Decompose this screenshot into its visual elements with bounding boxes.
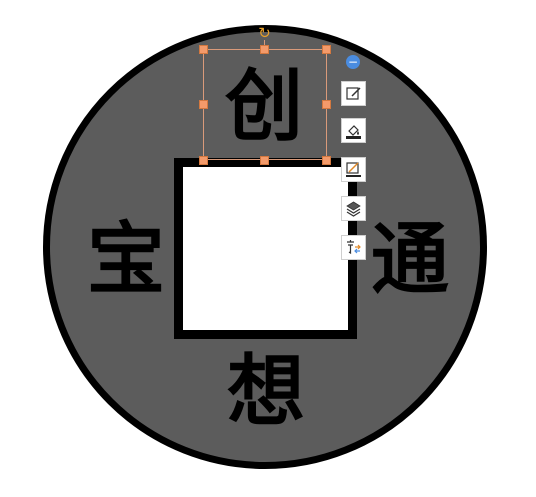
text-wrap-icon xyxy=(347,240,361,255)
resize-handle-bottom-center[interactable] xyxy=(260,156,269,165)
line-color-icon xyxy=(346,162,361,177)
drawing-canvas[interactable]: 创 宝 通 想 ↻ − xyxy=(0,0,536,497)
resize-handle-middle-right[interactable] xyxy=(322,100,331,109)
resize-handle-bottom-left[interactable] xyxy=(199,156,208,165)
layers-icon xyxy=(346,201,361,217)
bottom-character[interactable]: 想 xyxy=(224,352,308,432)
fill-color-icon xyxy=(346,125,361,139)
resize-handle-top-center[interactable] xyxy=(260,45,269,54)
resize-handle-middle-left[interactable] xyxy=(199,100,208,109)
toolbar-collapse-button[interactable]: − xyxy=(346,55,360,69)
left-character[interactable]: 宝 xyxy=(84,220,168,300)
right-character[interactable]: 通 xyxy=(368,220,452,300)
edit-shape-button[interactable] xyxy=(341,81,366,106)
edit-shape-icon xyxy=(346,87,361,100)
resize-handle-top-left[interactable] xyxy=(199,45,208,54)
coin-square-hole[interactable] xyxy=(174,158,357,339)
layers-button[interactable] xyxy=(341,196,366,221)
rotate-handle-icon[interactable]: ↻ xyxy=(257,26,272,41)
selection-frame xyxy=(203,49,327,160)
resize-handle-top-right[interactable] xyxy=(322,45,331,54)
fill-color-button[interactable] xyxy=(341,118,366,143)
resize-handle-bottom-right[interactable] xyxy=(322,156,331,165)
line-color-button[interactable] xyxy=(341,157,366,182)
text-wrap-button[interactable] xyxy=(341,235,366,260)
